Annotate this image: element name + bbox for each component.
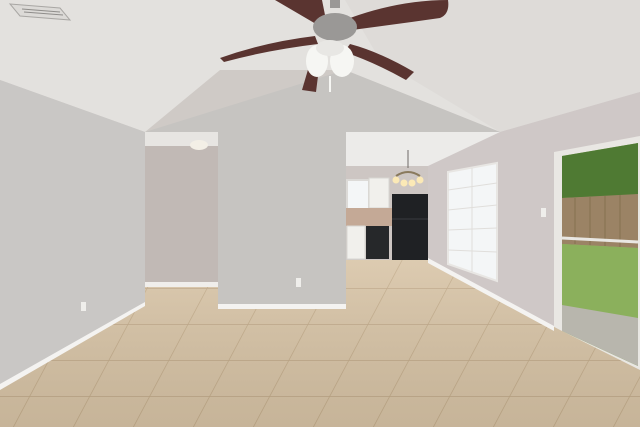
- backsplash: [346, 208, 392, 226]
- kitchen-window: [346, 179, 370, 213]
- baseboard-center: [218, 304, 346, 309]
- hallway-baseboard: [145, 282, 218, 287]
- wall-outlet-left: [81, 302, 86, 311]
- living-room-photo: [0, 0, 640, 427]
- upper-cabinet: [368, 177, 390, 209]
- hallway-back-wall: [145, 146, 218, 286]
- refrigerator: [392, 194, 428, 260]
- hallway-light-fixture: [190, 140, 208, 150]
- wall-outlet-center: [296, 278, 301, 287]
- light-switch: [541, 208, 546, 217]
- dishwasher: [366, 226, 389, 259]
- lower-cabinet: [346, 225, 366, 260]
